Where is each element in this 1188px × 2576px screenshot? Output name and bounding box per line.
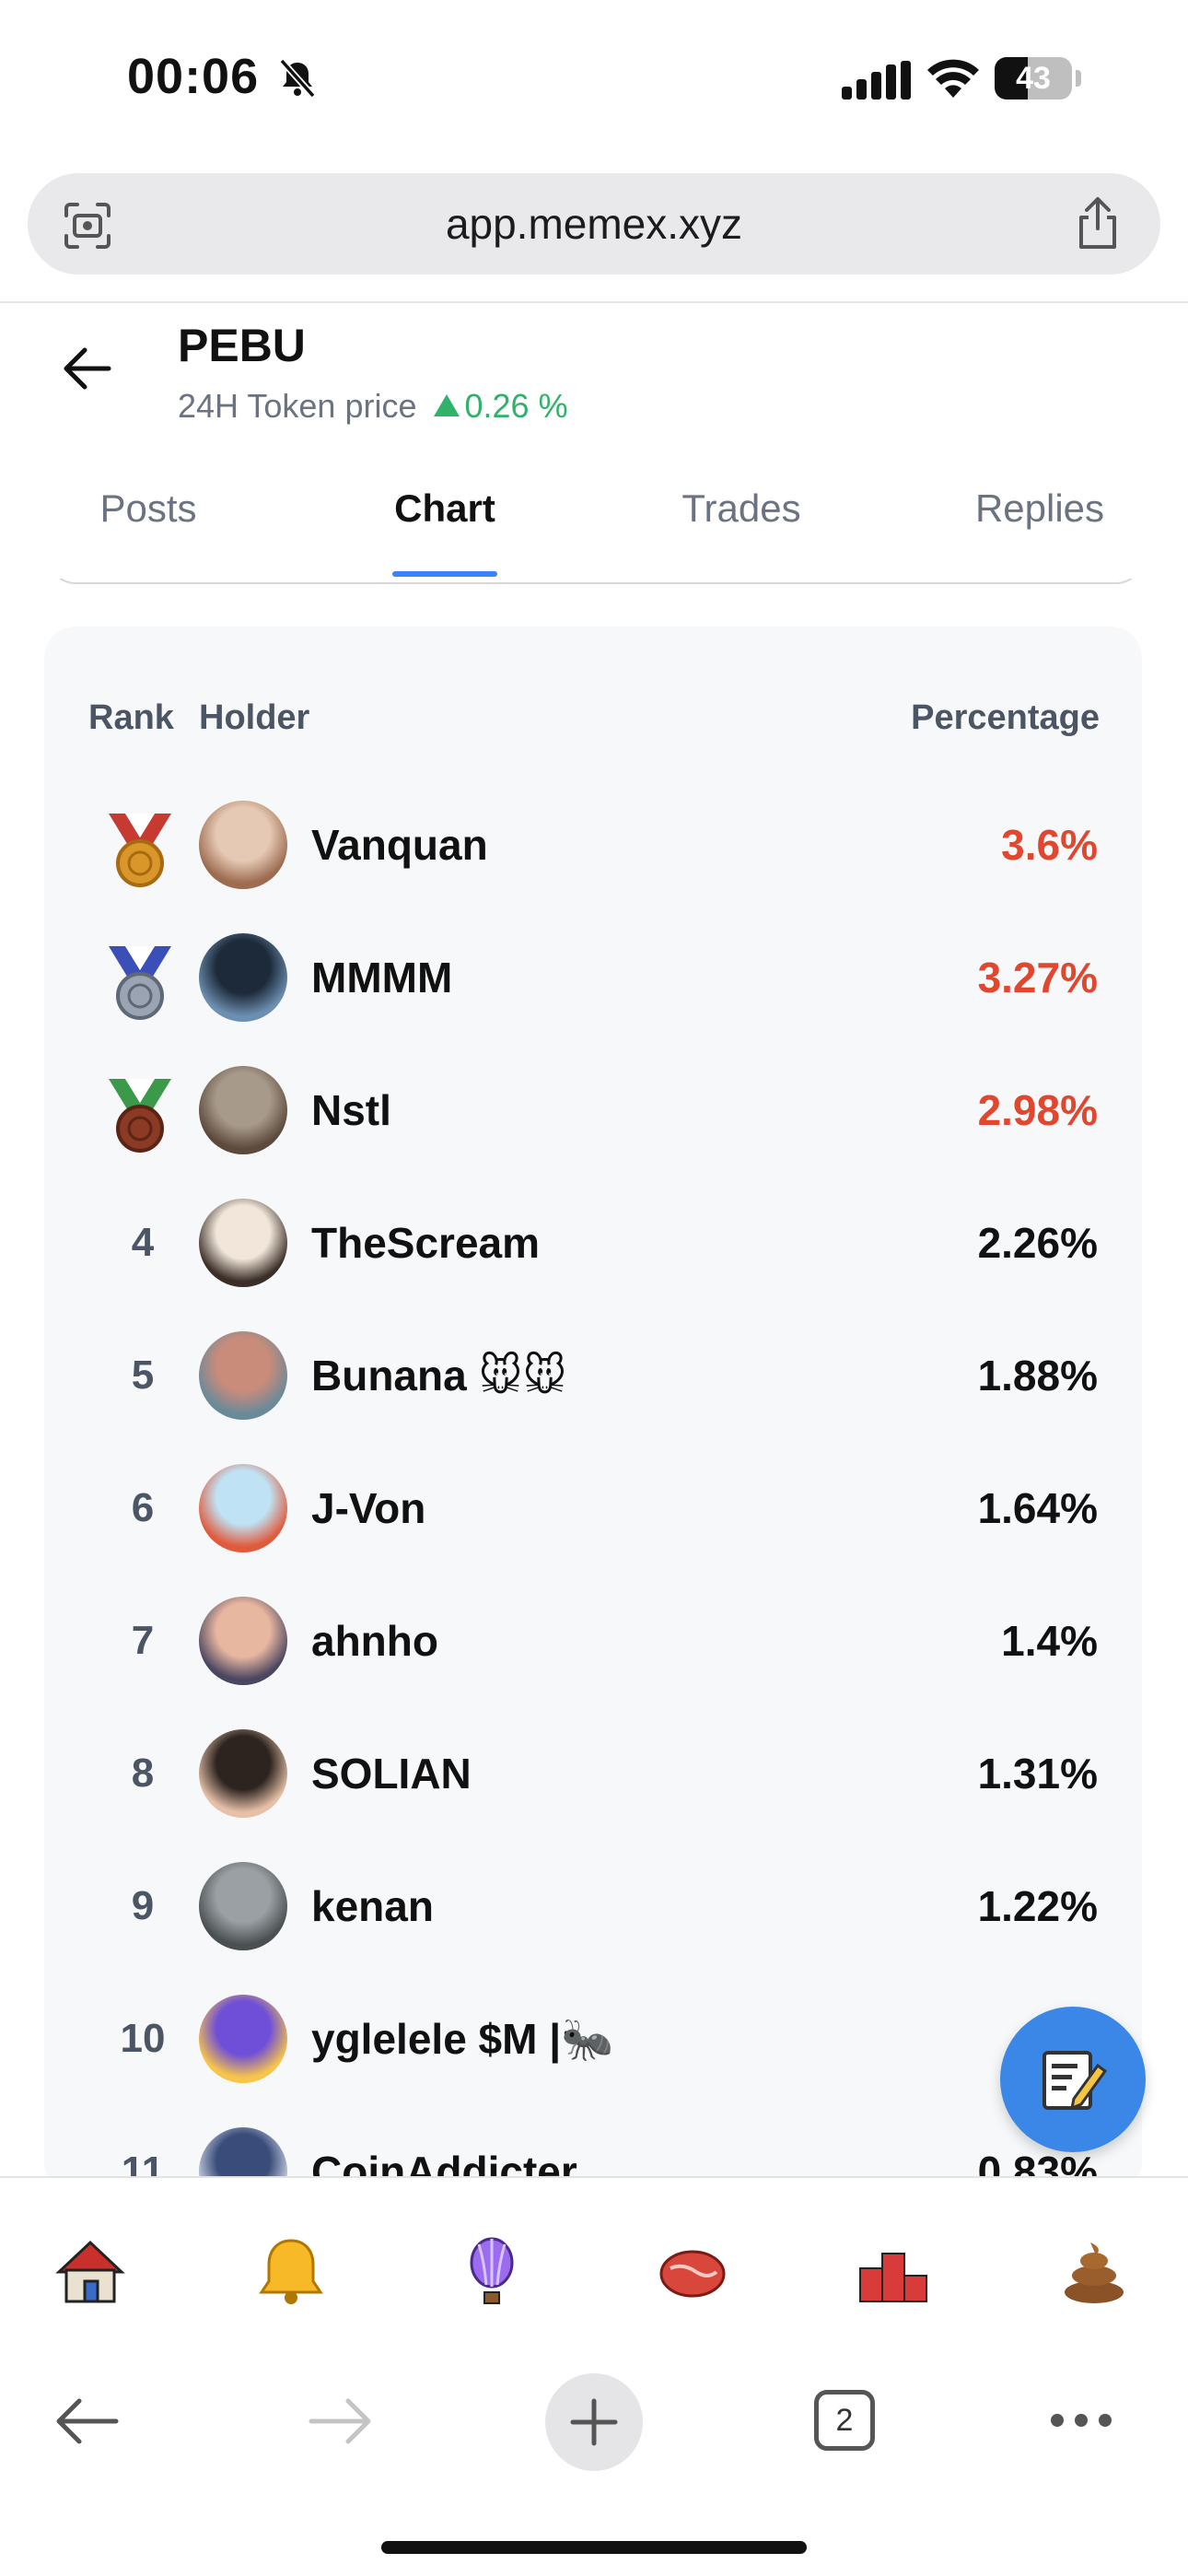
holder-name[interactable]: Bunana 🐭🐭	[311, 1309, 566, 1442]
avatar[interactable]	[199, 1729, 287, 1818]
holder-row[interactable]: 5 Bunana 🐭🐭 1.88%	[44, 1309, 1142, 1442]
holder-percentage: 1.4%	[1001, 1617, 1098, 1665]
holder-row[interactable]: 9 kenan 1.22%	[44, 1840, 1142, 1973]
holder-row[interactable]: Vanquan 3.6%	[44, 779, 1142, 911]
holder-percentage: 2.98%	[977, 1086, 1098, 1134]
new-tab-plus-icon	[570, 2398, 618, 2446]
holder-name[interactable]: Vanquan	[311, 779, 488, 911]
holder-percentage: 1.31%	[977, 1750, 1098, 1797]
holder-row[interactable]: 4 TheScream 2.26%	[44, 1177, 1142, 1309]
holder-row[interactable]: 8 SOLIAN 1.31%	[44, 1707, 1142, 1840]
holder-name[interactable]: ahnho	[311, 1575, 438, 1707]
holder-name[interactable]: J-Von	[311, 1442, 425, 1575]
holder-row[interactable]: 10yglelele $M |🐜0	[44, 1973, 1142, 2105]
holder-row[interactable]: Nstl 2.98%	[44, 1044, 1142, 1177]
avatar[interactable]	[199, 1066, 287, 1154]
gold-medal-icon	[109, 814, 171, 887]
holder-percentage: 3.6%	[1001, 821, 1098, 869]
podium-icon[interactable]	[856, 2235, 930, 2309]
holder-name[interactable]: TheScream	[311, 1177, 540, 1309]
forward-arrow-icon[interactable]	[308, 2395, 374, 2447]
holder-percentage: 2.26%	[977, 1219, 1098, 1267]
bell-icon[interactable]	[254, 2235, 328, 2309]
silver-medal-icon	[109, 946, 171, 1020]
holder-row[interactable]: 6 J-Von 1.64%	[44, 1442, 1142, 1575]
tabs-icon[interactable]: 2	[814, 2390, 875, 2451]
avatar[interactable]	[199, 1597, 287, 1685]
holder-row[interactable]: 11 CoinAddicter 0.83%	[44, 2105, 1142, 2176]
holder-percentage: 1.88%	[977, 1352, 1098, 1399]
holders-list: Vanquan 3.6% MMMM 3.27% Nstl 2.98% 4 TheScream 2…	[0, 0, 1188, 2176]
hot-air-balloon-icon[interactable]	[455, 2235, 529, 2309]
avatar[interactable]	[199, 1464, 287, 1552]
more-icon[interactable]	[1048, 2410, 1114, 2430]
holder-name[interactable]: kenan	[311, 1840, 434, 1973]
home-icon[interactable]	[53, 2235, 127, 2309]
avatar[interactable]	[199, 1199, 287, 1287]
bronze-medal-icon	[109, 1079, 171, 1153]
holder-percentage: 1.64%	[977, 1484, 1098, 1532]
new-tab-button[interactable]	[545, 2373, 643, 2471]
holder-name[interactable]: Nstl	[311, 1044, 391, 1177]
holder-row[interactable]: MMMM 3.27%	[44, 911, 1142, 1044]
holder-name[interactable]: SOLIAN	[311, 1707, 472, 1840]
holder-name[interactable]: MMMM	[311, 911, 452, 1044]
home-indicator	[381, 2541, 807, 2554]
holder-name[interactable]: CoinAddicter	[311, 2105, 577, 2176]
avatar[interactable]	[199, 933, 287, 1022]
holder-name[interactable]: yglelele $M |🐜	[311, 1973, 613, 2105]
avatar[interactable]	[199, 801, 287, 889]
avatar[interactable]	[199, 1331, 287, 1420]
holder-percentage: 3.27%	[977, 954, 1098, 1001]
avatar[interactable]	[199, 1862, 287, 1950]
back-arrow-icon[interactable]	[53, 2395, 120, 2447]
app-bottom-nav	[0, 2176, 1188, 2362]
compose-button[interactable]	[1000, 2007, 1146, 2152]
holder-percentage: 1.22%	[977, 1882, 1098, 1930]
holder-row[interactable]: 7 ahnho 1.4%	[44, 1575, 1142, 1707]
meat-icon[interactable]	[656, 2235, 729, 2309]
avatar[interactable]	[199, 1995, 287, 2083]
poop-icon[interactable]	[1057, 2235, 1131, 2309]
compose-note-icon	[1042, 2051, 1108, 2111]
